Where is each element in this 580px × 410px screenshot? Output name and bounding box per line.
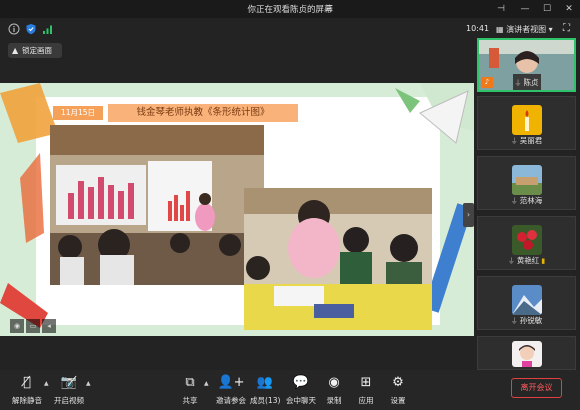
slide-toolbar-toggle[interactable]: ◉ [10, 319, 24, 333]
collapse-sidebar-button[interactable]: › [463, 203, 474, 227]
chat-bubble-icon: 💬 [292, 375, 310, 390]
video-options-caret-icon[interactable]: ▲ [86, 380, 91, 387]
participant-name-row: ⏚ 范林海 [478, 195, 575, 206]
record-icon: ◉ [328, 375, 340, 390]
classroom-photo-1 [50, 125, 264, 285]
add-user-icon: 👤+ [217, 375, 245, 390]
participant-name: 黄艳红 [516, 256, 540, 265]
slide-tool-icon[interactable]: ▭ [26, 319, 40, 333]
share-button[interactable]: ⧉ 共享 [178, 374, 202, 408]
fullscreen-icon[interactable]: ⛶ [563, 23, 570, 34]
slide-prev-icon[interactable]: ◂ [42, 319, 56, 333]
audio-options-caret-icon[interactable]: ▲ [44, 380, 49, 387]
meeting-window: 你正在观看陈贞的屏幕 ☰ ⊣ — ☐ ✕ 10:41 ▦ 演讲者视图 ▾ ⛶ ▲… [0, 0, 580, 410]
participant-tile[interactable]: ⏚ 范林海 [477, 156, 576, 210]
slide-heading: 钱金琴老师执教《条形统计图》 [108, 104, 298, 122]
mic-muted-icon: ⏚ [507, 257, 515, 265]
record-button[interactable]: ◉ 录制 [322, 374, 346, 408]
camera-off-icon: 📷̸ [60, 375, 78, 390]
flower-icon [512, 225, 542, 255]
lock-screen-label: 锁定画面 [22, 46, 52, 55]
apps-grid-icon: ⊞ [360, 375, 372, 390]
mic-muted-icon: ⏚ [510, 197, 518, 205]
participant-name-row: ⏚ 孙锐敏 [478, 315, 575, 326]
participant-tile[interactable]: ⏚ 孙锐敏 [477, 276, 576, 330]
mic-off-icon: 🎙̸ [23, 375, 31, 390]
participant-name-row: ⏚ 吴丽君 [478, 135, 575, 146]
mute-button[interactable]: 🎙̸ 解除静音 [10, 374, 44, 408]
title-bar: 你正在观看陈贞的屏幕 ☰ ⊣ — ☐ ✕ [0, 0, 580, 18]
participant-name-row: ⏚ 陈贞 [479, 77, 574, 88]
participant-tile[interactable] [477, 336, 576, 370]
mute-label: 解除静音 [12, 396, 42, 405]
grid-view-icon: ▦ [496, 25, 507, 34]
settings-button[interactable]: ⚙ 设置 [386, 374, 410, 408]
apps-button[interactable]: ⊞ 应用 [354, 374, 378, 408]
participant-name: 陈贞 [523, 78, 539, 87]
leave-meeting-button[interactable]: 离开会议 [511, 378, 562, 398]
chat-button[interactable]: 💬 会中聊天 [284, 374, 318, 408]
participant-name-row: ⏚ 黄艳红 ▮ [478, 255, 575, 266]
signal-weak-icon: ▮ [541, 257, 546, 265]
window-title: 你正在观看陈贞的屏幕 [247, 5, 333, 15]
info-icon[interactable] [8, 23, 20, 35]
classroom-photo-2 [244, 188, 432, 330]
screen-share-list-icon[interactable]: ☰ [326, 4, 335, 13]
close-button[interactable]: ✕ [562, 2, 576, 16]
participant-name: 范林海 [519, 196, 543, 205]
invite-label: 邀请参会 [216, 396, 246, 405]
status-bar: 10:41 ▦ 演讲者视图 ▾ ⛶ [0, 18, 580, 40]
landscape-icon [512, 165, 542, 195]
candle-icon [512, 105, 542, 135]
users-icon: 👥 [256, 375, 274, 390]
members-button[interactable]: 👥 成员(13) [250, 374, 280, 408]
meeting-toolbar: 🎙̸ 解除静音 ▲ 📷̸ 开启视频 ▲ ⧉ 共享 ▲ 👤+ 邀请参会 👥 成员(… [0, 370, 580, 410]
slide-date-tag: 11月15日 [53, 106, 103, 120]
view-mode-label: 演讲者视图 [506, 25, 547, 34]
members-label: 成员(13) [250, 396, 281, 405]
meeting-clock: 10:41 [466, 24, 490, 33]
participant-tile[interactable]: ⏚ 吴丽君 [477, 96, 576, 150]
invite-button[interactable]: 👤+ 邀请参会 [214, 374, 248, 408]
mountain-icon [512, 285, 542, 315]
share-options-caret-icon[interactable]: ▲ [204, 380, 209, 387]
network-signal-icon[interactable] [42, 23, 54, 35]
mic-muted-icon: ⏚ [514, 79, 522, 87]
video-button[interactable]: 📷̸ 开启视频 [52, 374, 86, 408]
settings-label: 设置 [390, 396, 406, 405]
participant-name: 孙锐敏 [519, 316, 543, 325]
participant-tile[interactable]: ♪ ⏚ 陈贞 [477, 38, 576, 92]
view-mode-dropdown[interactable]: ▦ 演讲者视图 ▾ [496, 24, 553, 35]
gear-icon: ⚙ [392, 375, 404, 390]
apps-label: 应用 [358, 396, 374, 405]
lock-screen-button[interactable]: ▲ 锁定画面 [8, 43, 62, 58]
lock-pin-icon: ▲ [12, 46, 19, 55]
mic-muted-icon: ⏚ [510, 317, 518, 325]
participant-tile[interactable]: ⏚ 黄艳红 ▮ [477, 216, 576, 270]
chat-label: 会中聊天 [286, 396, 316, 405]
record-label: 录制 [326, 396, 342, 405]
chevron-down-icon: ▾ [546, 25, 553, 34]
participant-name: 吴丽君 [519, 136, 543, 145]
share-screen-icon: ⧉ [185, 375, 195, 390]
mic-muted-icon: ⏚ [510, 137, 518, 145]
pin-icon[interactable]: ⊣ [494, 2, 508, 16]
child-photo [512, 341, 542, 367]
minimize-button[interactable]: — [518, 2, 532, 16]
security-shield-icon[interactable] [25, 23, 37, 35]
video-label: 开启视频 [54, 396, 84, 405]
maximize-button[interactable]: ☐ [540, 2, 554, 16]
share-label: 共享 [182, 396, 198, 405]
